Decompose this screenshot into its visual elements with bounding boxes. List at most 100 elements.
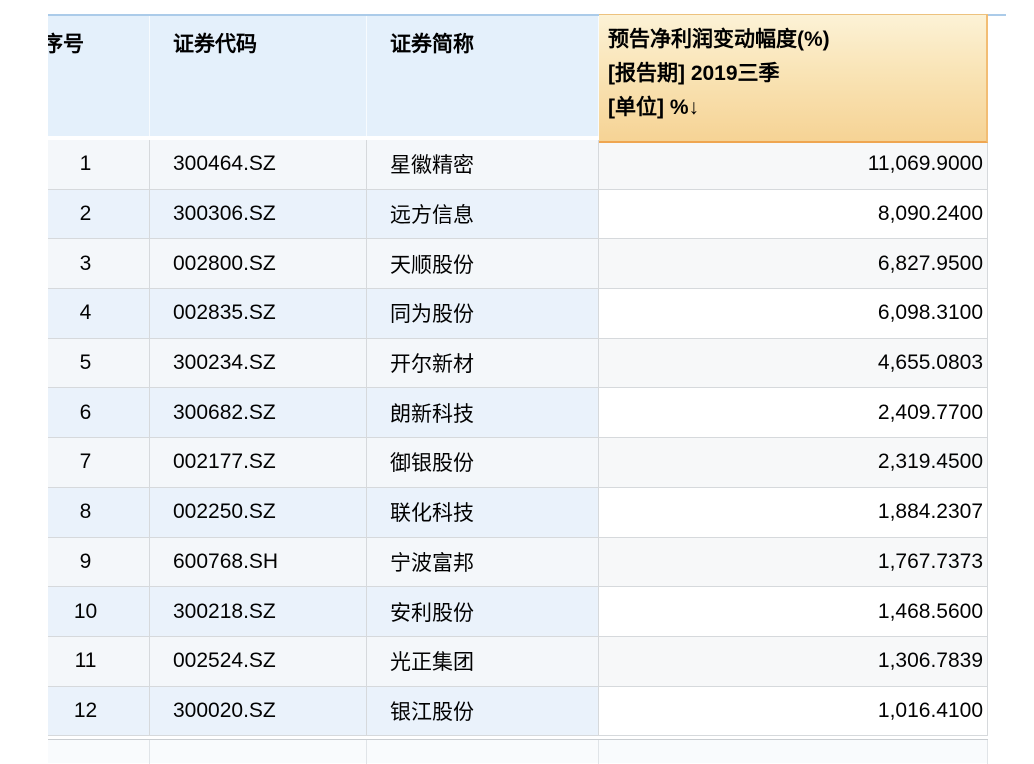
cell-value-empty[interactable]: [599, 740, 988, 764]
table-row[interactable]: 7 002177.SZ 御银股份 2,319.4500: [48, 438, 988, 488]
table-row[interactable]: 1 300464.SZ 星徽精密 11,069.9000: [48, 140, 988, 190]
cell-name-text: 开尔新材: [390, 348, 474, 378]
cell-name-text: 朗新科技: [390, 398, 474, 428]
cell-seq[interactable]: 8: [48, 488, 150, 537]
cell-code-text: 002177.SZ: [173, 450, 276, 474]
cell-seq[interactable]: 11: [48, 637, 150, 686]
cell-value[interactable]: 8,090.2400: [599, 190, 988, 239]
cell-name[interactable]: 安利股份: [367, 587, 599, 636]
column-header-code[interactable]: 证券代码: [150, 16, 367, 136]
table-row[interactable]: 9 600768.SH 宁波富邦 1,767.7373: [48, 538, 988, 588]
cell-value-text: 11,069.9000: [868, 152, 983, 176]
cell-seq-text: 12: [74, 699, 97, 723]
cell-value-text: 1,016.4100: [878, 699, 983, 723]
cell-name[interactable]: 光正集团: [367, 637, 599, 686]
cell-value[interactable]: 11,069.9000: [599, 140, 988, 189]
cell-value-text: 8,090.2400: [878, 202, 983, 226]
cell-code[interactable]: 300682.SZ: [150, 388, 367, 437]
cell-code-text: 300306.SZ: [173, 202, 276, 226]
cell-seq[interactable]: 5: [48, 339, 150, 388]
cell-seq[interactable]: 12: [48, 687, 150, 736]
cell-seq[interactable]: 3: [48, 239, 150, 288]
stock-forecast-table-view: 序号 证券代码 证券简称 预告净利润变动幅度(%) [报告期] 2019三季 […: [0, 0, 1034, 761]
forecast-header-line1: 预告净利润变动幅度(%): [608, 23, 978, 57]
cell-seq-text: 10: [74, 600, 97, 624]
cell-value-text: 1,884.2307: [878, 500, 983, 524]
cell-name[interactable]: 星徽精密: [367, 140, 599, 189]
table-row[interactable]: 6 300682.SZ 朗新科技 2,409.7700: [48, 388, 988, 438]
cell-name[interactable]: 银江股份: [367, 687, 599, 736]
cell-name-text: 银江股份: [390, 696, 474, 726]
cell-value-text: 1,468.5600: [878, 600, 983, 624]
cell-value[interactable]: 2,409.7700: [599, 388, 988, 437]
cell-seq-text: 2: [80, 202, 92, 226]
cell-seq[interactable]: 2: [48, 190, 150, 239]
table-row[interactable]: 3 002800.SZ 天顺股份 6,827.9500: [48, 239, 988, 289]
cell-value-text: 6,827.9500: [878, 252, 983, 276]
cell-name[interactable]: 开尔新材: [367, 339, 599, 388]
cell-name-text: 星徽精密: [390, 149, 474, 179]
cell-code-text: 002835.SZ: [173, 301, 276, 325]
table-row[interactable]: 8 002250.SZ 联化科技 1,884.2307: [48, 488, 988, 538]
cell-code[interactable]: 300234.SZ: [150, 339, 367, 388]
cell-value[interactable]: 6,827.9500: [599, 239, 988, 288]
cell-value[interactable]: 1,468.5600: [599, 587, 988, 636]
cell-value[interactable]: 1,306.7839: [599, 637, 988, 686]
table-body: 1 300464.SZ 星徽精密 11,069.9000 2 300306.SZ…: [48, 140, 988, 736]
sort-descending-icon: ↓: [689, 96, 700, 119]
cell-name[interactable]: 远方信息: [367, 190, 599, 239]
cell-code-empty[interactable]: [150, 740, 367, 764]
cell-seq-empty[interactable]: [48, 740, 150, 764]
cell-code-text: 300020.SZ: [173, 699, 276, 723]
cell-value[interactable]: 1,016.4100: [599, 687, 988, 736]
column-header-seq[interactable]: 序号: [48, 16, 150, 136]
cell-seq[interactable]: 10: [48, 587, 150, 636]
table-row[interactable]: 10 300218.SZ 安利股份 1,468.5600: [48, 587, 988, 637]
cell-code[interactable]: 002250.SZ: [150, 488, 367, 537]
cell-name[interactable]: 联化科技: [367, 488, 599, 537]
cell-code[interactable]: 600768.SH: [150, 538, 367, 587]
cell-code[interactable]: 300218.SZ: [150, 587, 367, 636]
table-row[interactable]: 5 300234.SZ 开尔新材 4,655.0803: [48, 339, 988, 389]
column-header-forecast-sorted[interactable]: 预告净利润变动幅度(%) [报告期] 2019三季 [单位] %↓: [599, 14, 988, 143]
cell-seq[interactable]: 1: [48, 140, 150, 189]
cell-code[interactable]: 300020.SZ: [150, 687, 367, 736]
cell-code[interactable]: 300464.SZ: [150, 140, 367, 189]
cell-value-text: 4,655.0803: [878, 351, 983, 375]
cell-seq[interactable]: 7: [48, 438, 150, 487]
cell-name[interactable]: 天顺股份: [367, 239, 599, 288]
cell-code-text: 600768.SH: [173, 550, 278, 574]
cell-value[interactable]: 1,767.7373: [599, 538, 988, 587]
cell-value[interactable]: 2,319.4500: [599, 438, 988, 487]
cell-name[interactable]: 朗新科技: [367, 388, 599, 437]
cell-code-text: 300682.SZ: [173, 401, 276, 425]
table-row[interactable]: 12 300020.SZ 银江股份 1,016.4100: [48, 687, 988, 737]
cell-code[interactable]: 002177.SZ: [150, 438, 367, 487]
cell-code[interactable]: 002800.SZ: [150, 239, 367, 288]
cell-code[interactable]: 002524.SZ: [150, 637, 367, 686]
cell-value-text: 2,319.4500: [878, 450, 983, 474]
cell-value[interactable]: 4,655.0803: [599, 339, 988, 388]
cell-name[interactable]: 宁波富邦: [367, 538, 599, 587]
cell-code[interactable]: 300306.SZ: [150, 190, 367, 239]
cell-name-text: 远方信息: [390, 199, 474, 229]
cell-name[interactable]: 同为股份: [367, 289, 599, 338]
cell-seq[interactable]: 4: [48, 289, 150, 338]
table-row[interactable]: 2 300306.SZ 远方信息 8,090.2400: [48, 190, 988, 240]
cell-value-text: 1,767.7373: [878, 550, 983, 574]
cell-value[interactable]: 1,884.2307: [599, 488, 988, 537]
column-header-code-label: 证券代码: [173, 33, 257, 56]
cell-seq[interactable]: 6: [48, 388, 150, 437]
table-row[interactable]: 4 002835.SZ 同为股份 6,098.3100: [48, 289, 988, 339]
cell-code-text: 300218.SZ: [173, 600, 276, 624]
cell-value-text: 2,409.7700: [878, 401, 983, 425]
cell-name-empty[interactable]: [367, 740, 599, 764]
table-row[interactable]: 11 002524.SZ 光正集团 1,306.7839: [48, 637, 988, 687]
cell-value[interactable]: 6,098.3100: [599, 289, 988, 338]
cell-seq-text: 3: [80, 252, 92, 276]
table-row-clipped[interactable]: [48, 739, 988, 763]
cell-name[interactable]: 御银股份: [367, 438, 599, 487]
cell-seq[interactable]: 9: [48, 538, 150, 587]
cell-code[interactable]: 002835.SZ: [150, 289, 367, 338]
column-header-name[interactable]: 证券简称: [367, 16, 599, 136]
